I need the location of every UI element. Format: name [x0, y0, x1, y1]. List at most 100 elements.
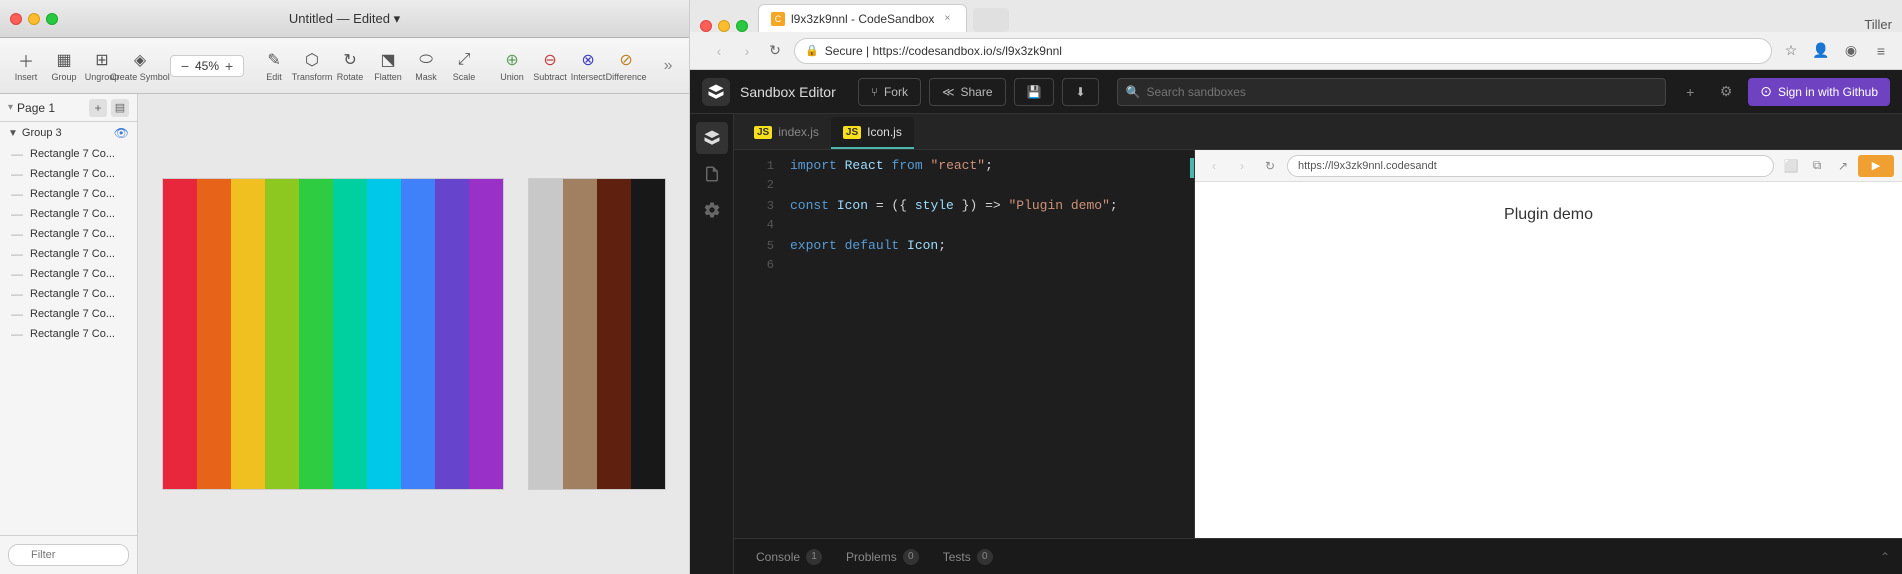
preview-open-new-button[interactable]: ⬜ [1780, 155, 1802, 177]
layer-item[interactable]: —Rectangle 7 Co... [0, 244, 137, 264]
minimize-button[interactable] [28, 13, 40, 25]
union-tool[interactable]: ⊕ Union [494, 45, 530, 86]
overflow-button[interactable]: » [650, 51, 686, 81]
filter-input[interactable] [8, 544, 129, 566]
flatten-tool[interactable]: ⬔ Flatten [370, 45, 406, 86]
line-number-3: 3 [746, 199, 774, 213]
collapse-button[interactable]: ▤ [111, 99, 129, 117]
layer-name: Rectangle 7 Co... [30, 288, 129, 300]
layer-item[interactable]: —Rectangle 7 Co... [0, 324, 137, 344]
save-button[interactable]: 💾 [1014, 78, 1055, 106]
browser-tab-close-button[interactable]: × [940, 12, 954, 26]
browser-refresh-button[interactable]: ↻ [764, 40, 786, 62]
browser-account-button[interactable]: 👤 [1810, 40, 1832, 62]
layer-indent-icon: — [8, 247, 26, 261]
group-tool[interactable]: ▦ Group [46, 45, 82, 86]
browser-extensions-button[interactable]: ◉ [1840, 40, 1862, 62]
line-number-5: 5 [746, 239, 774, 253]
preview-split-button[interactable]: ⧉ [1806, 155, 1828, 177]
preview-url-text: https://l9x3zk9nnl.codesandt [1298, 160, 1437, 172]
rotate-icon: ↻ [339, 49, 361, 71]
zoom-in-button[interactable]: + [221, 58, 237, 74]
csb-tab-iconjs-label: Icon.js [867, 125, 902, 139]
share-button[interactable]: ≪ Share [929, 78, 1006, 106]
browser-close-button[interactable] [700, 20, 712, 32]
preview-forward-button[interactable]: › [1231, 155, 1253, 177]
page-selector[interactable]: ▾ Page 1 + ▤ [0, 94, 137, 122]
preview-refresh-button[interactable]: ↻ [1259, 155, 1281, 177]
ungroup-icon: ⊞ [91, 49, 113, 71]
layer-item[interactable]: —Rectangle 7 Co... [0, 224, 137, 244]
csb-sidebar-icons [690, 114, 734, 574]
create-symbol-label: Create Symbol [110, 72, 170, 82]
transform-tool[interactable]: ⬡ Transform [294, 45, 330, 86]
title-bar: Untitled — Edited ▾ [0, 0, 689, 38]
color-strip [197, 179, 231, 489]
mask-tool[interactable]: ⬭ Mask [408, 45, 444, 86]
color-strip [435, 179, 469, 489]
layer-item[interactable]: —Rectangle 7 Co... [0, 164, 137, 184]
add-sandbox-button[interactable]: + [1676, 78, 1704, 106]
layer-item[interactable]: —Rectangle 7 Co... [0, 204, 137, 224]
signin-label: Sign in with Github [1778, 85, 1878, 99]
color-strip [631, 179, 665, 489]
csb-header-right: + ⚙ ⊙ Sign in with Github [1676, 78, 1890, 106]
browser-forward-button[interactable]: › [736, 40, 758, 62]
fork-button[interactable]: ⑂ Fork [858, 78, 921, 106]
csb-sidebar-files-button[interactable] [696, 122, 728, 154]
layer-item[interactable]: —Rectangle 7 Co... [0, 304, 137, 324]
insert-tool[interactable]: ＋ Insert [8, 45, 44, 86]
settings-button[interactable]: ⚙ [1712, 78, 1740, 106]
layer-name: Rectangle 7 Co... [30, 228, 129, 240]
browser-back-button[interactable]: ‹ [708, 40, 730, 62]
zoom-out-button[interactable]: − [177, 58, 193, 74]
browser-url-bar[interactable]: 🔒 Secure | https://codesandbox.io/s/l9x3… [794, 38, 1772, 64]
signin-button[interactable]: ⊙ Sign in with Github [1748, 78, 1890, 106]
page-icon [703, 165, 721, 183]
add-page-button[interactable]: + [89, 99, 107, 117]
visibility-icon[interactable]: 👁 [114, 126, 129, 140]
preview-external-button[interactable]: ↗ [1832, 155, 1854, 177]
problems-tab[interactable]: Problems 0 [836, 543, 929, 571]
create-symbol-tool[interactable]: ◈ Create Symbol [122, 45, 158, 86]
difference-tool[interactable]: ⊘ Difference [608, 45, 644, 86]
preview-url-bar[interactable]: https://l9x3zk9nnl.codesandt [1287, 155, 1774, 177]
csb-tab-iconjs[interactable]: JS Icon.js [831, 117, 914, 149]
new-tab-button[interactable] [973, 8, 1009, 32]
browser-tab[interactable]: C l9x3zk9nnl - CodeSandbox × [758, 4, 967, 32]
preview-back-button[interactable]: ‹ [1203, 155, 1225, 177]
overflow-icon: » [657, 55, 679, 77]
bottom-chevron-icon[interactable]: ⌃ [1880, 550, 1890, 564]
maximize-button[interactable] [46, 13, 58, 25]
rotate-tool[interactable]: ↻ Rotate [332, 45, 368, 86]
csb-sidebar-tools-button[interactable] [696, 194, 728, 226]
browser-maximize-button[interactable] [736, 20, 748, 32]
download-button[interactable]: ⬇ [1062, 78, 1098, 106]
browser-menu-button[interactable]: ≡ [1870, 40, 1892, 62]
browser-minimize-button[interactable] [718, 20, 730, 32]
layer-item[interactable]: —Rectangle 7 Co... [0, 184, 137, 204]
subtract-tool[interactable]: ⊖ Subtract [532, 45, 568, 86]
csb-sidebar-page-button[interactable] [696, 158, 728, 190]
code-text-5: export default Icon; [790, 238, 946, 253]
zoom-control[interactable]: − 45% + [170, 55, 244, 77]
mask-label: Mask [415, 72, 437, 82]
tests-tab[interactable]: Tests 0 [933, 543, 1003, 571]
csb-search-bar[interactable]: 🔍 [1117, 78, 1667, 106]
csb-code-editor[interactable]: 1 import React from "react"; 2 3 const I… [734, 150, 1194, 538]
console-tab[interactable]: Console 1 [746, 543, 832, 571]
csb-tab-indexjs[interactable]: JS index.js [742, 117, 831, 149]
preview-run-button[interactable]: ▶ [1858, 155, 1894, 177]
layer-item[interactable]: —Rectangle 7 Co... [0, 264, 137, 284]
files-icon [703, 129, 721, 147]
edit-tool[interactable]: ✎ Edit [256, 45, 292, 86]
close-button[interactable] [10, 13, 22, 25]
layer-item[interactable]: —Rectangle 7 Co... [0, 144, 137, 164]
layer-item[interactable]: —Rectangle 7 Co... [0, 284, 137, 304]
layer-group[interactable]: ▼ Group 3 👁 [0, 122, 137, 144]
search-input[interactable] [1147, 85, 1658, 99]
scale-tool[interactable]: ⤢ Scale [446, 45, 482, 86]
browser-bookmark-button[interactable]: ☆ [1780, 40, 1802, 62]
preview-plugin-demo: Plugin demo [1504, 206, 1593, 224]
intersect-tool[interactable]: ⊗ Intersect [570, 45, 606, 86]
